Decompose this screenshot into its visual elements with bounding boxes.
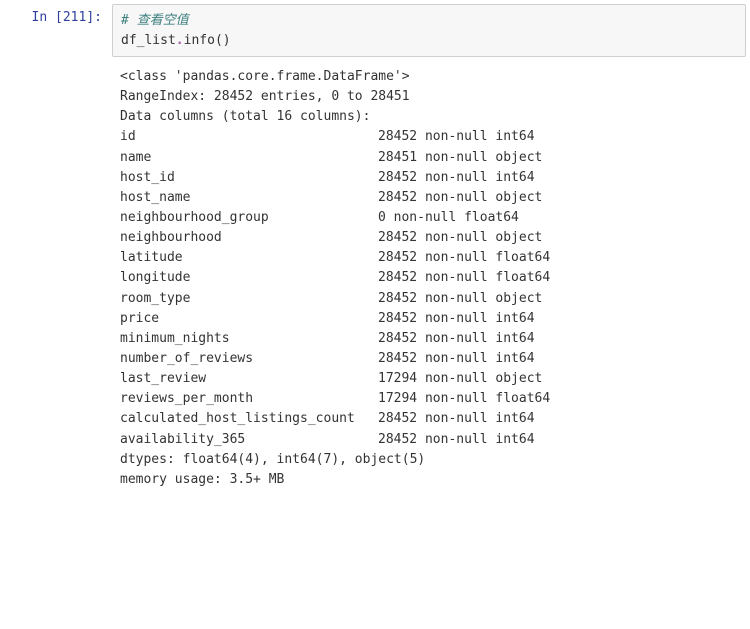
output-column-name: name xyxy=(120,148,378,168)
output-column-name: last_review xyxy=(120,369,378,389)
code-line-stmt: df_list.info() xyxy=(121,31,737,51)
output-column-row: latitude28452 non-null float64 xyxy=(120,248,746,268)
output-column-row: longitude28452 non-null float64 xyxy=(120,268,746,288)
output-column-name: id xyxy=(120,127,378,147)
code-method: info xyxy=(184,33,215,48)
output-column-info: 28451 non-null object xyxy=(378,150,542,165)
output-class-line: <class 'pandas.core.frame.DataFrame'> xyxy=(120,67,746,87)
prompt-label: In [211]: xyxy=(32,10,102,25)
output-column-row: price28452 non-null int64 xyxy=(120,309,746,329)
output-column-info: 28452 non-null int64 xyxy=(378,351,535,366)
cell-body: # 查看空值 df_list.info() <class 'pandas.core… xyxy=(112,4,746,490)
code-line-comment: # 查看空值 xyxy=(121,11,737,31)
output-column-info: 28452 non-null int64 xyxy=(378,129,535,144)
output-column-row: number_of_reviews28452 non-null int64 xyxy=(120,349,746,369)
output-column-info: 28452 non-null int64 xyxy=(378,311,535,326)
output-column-row: neighbourhood28452 non-null object xyxy=(120,228,746,248)
output-column-info: 28452 non-null int64 xyxy=(378,411,535,426)
output-column-row: host_id28452 non-null int64 xyxy=(120,168,746,188)
output-column-info: 17294 non-null object xyxy=(378,371,542,386)
output-datacols-line: Data columns (total 16 columns): xyxy=(120,107,746,127)
output-column-info: 28452 non-null int64 xyxy=(378,170,535,185)
output-column-name: reviews_per_month xyxy=(120,389,378,409)
output-memory-line: memory usage: 3.5+ MB xyxy=(120,470,746,490)
code-dot: . xyxy=(176,33,184,48)
code-obj: df_list xyxy=(121,33,176,48)
input-prompt: In [211]: xyxy=(4,4,112,25)
output-column-row: last_review17294 non-null object xyxy=(120,369,746,389)
output-column-info: 28452 non-null object xyxy=(378,230,542,245)
output-column-row: host_name28452 non-null object xyxy=(120,188,746,208)
output-range-line: RangeIndex: 28452 entries, 0 to 28451 xyxy=(120,87,746,107)
output-column-info: 17294 non-null float64 xyxy=(378,391,550,406)
output-column-row: id28452 non-null int64 xyxy=(120,127,746,147)
output-column-name: calculated_host_listings_count xyxy=(120,409,378,429)
output-column-name: neighbourhood_group xyxy=(120,208,378,228)
output-column-row: calculated_host_listings_count28452 non-… xyxy=(120,409,746,429)
code-comment: # 查看空值 xyxy=(121,13,189,28)
output-column-name: availability_365 xyxy=(120,430,378,450)
output-column-row: reviews_per_month17294 non-null float64 xyxy=(120,389,746,409)
output-dtypes-line: dtypes: float64(4), int64(7), object(5) xyxy=(120,450,746,470)
output-column-info: 28452 non-null object xyxy=(378,190,542,205)
output-column-info: 28452 non-null object xyxy=(378,291,542,306)
code-output: <class 'pandas.core.frame.DataFrame'>Ran… xyxy=(112,57,746,490)
output-column-info: 28452 non-null float64 xyxy=(378,270,550,285)
notebook-cell: In [211]: # 查看空值 df_list.info() <class 'p… xyxy=(4,4,746,490)
output-column-info: 0 non-null float64 xyxy=(378,210,519,225)
code-input-area[interactable]: # 查看空值 df_list.info() xyxy=(112,4,746,57)
output-column-name: latitude xyxy=(120,248,378,268)
output-column-row: room_type28452 non-null object xyxy=(120,289,746,309)
output-column-row: availability_36528452 non-null int64 xyxy=(120,430,746,450)
code-parens: () xyxy=(215,33,231,48)
output-column-name: longitude xyxy=(120,268,378,288)
output-column-name: host_id xyxy=(120,168,378,188)
output-column-name: number_of_reviews xyxy=(120,349,378,369)
output-columns: id28452 non-null int64name28451 non-null… xyxy=(120,127,746,449)
output-column-name: neighbourhood xyxy=(120,228,378,248)
output-column-info: 28452 non-null float64 xyxy=(378,250,550,265)
output-column-name: room_type xyxy=(120,289,378,309)
output-column-row: minimum_nights28452 non-null int64 xyxy=(120,329,746,349)
output-column-name: host_name xyxy=(120,188,378,208)
output-column-row: name28451 non-null object xyxy=(120,148,746,168)
output-column-row: neighbourhood_group0 non-null float64 xyxy=(120,208,746,228)
output-column-info: 28452 non-null int64 xyxy=(378,331,535,346)
output-column-name: price xyxy=(120,309,378,329)
output-column-info: 28452 non-null int64 xyxy=(378,432,535,447)
output-column-name: minimum_nights xyxy=(120,329,378,349)
